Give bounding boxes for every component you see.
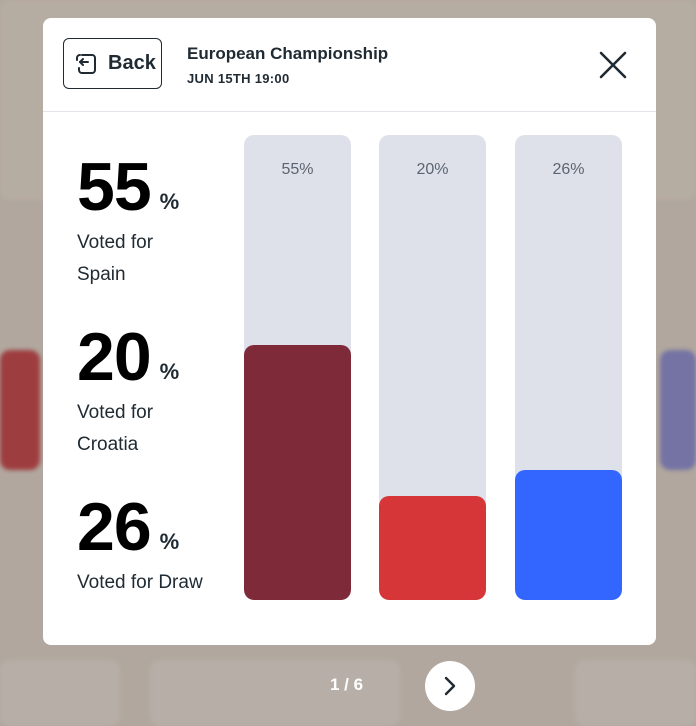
stat-label: Voted for Spain [77,227,179,291]
stat-label-line1: Voted for Draw [77,572,203,593]
page-indicator: 1 / 6 [330,675,364,694]
stat-unit: % [159,529,180,554]
stat-value: 55 [77,149,152,225]
vote-results-modal: Back European Championship JUN 15TH 19:0… [43,18,656,645]
stat-spain: 55 % Voted for Spain [77,153,179,291]
chevron-right-icon [444,676,456,696]
bar-track-croatia: 20% [379,135,486,600]
bar-spain [244,345,351,600]
match-title: European Championship [187,44,389,63]
stat-label: Voted for Croatia [77,397,179,461]
stat-value: 26 [77,489,152,565]
close-icon[interactable] [596,48,630,82]
stat-unit: % [159,189,180,214]
bar-croatia [379,496,486,600]
stat-label-line2: Croatia [77,434,139,455]
bar-value-label: 55% [281,161,314,178]
stat-value: 20 [77,319,152,395]
back-button-label: Back [108,52,156,74]
match-info: European Championship JUN 15TH 19:00 [187,44,388,86]
stat-label-line2: Spain [77,264,126,285]
stat-croatia: 20 % Voted for Croatia [77,323,179,461]
modal-header: Back European Championship JUN 15TH 19:0… [43,18,656,112]
bar-track-draw: 26% [515,135,622,600]
match-datetime: JUN 15TH 19:00 [187,71,290,86]
stat-label: Voted for Draw [77,567,203,599]
next-button[interactable] [425,661,475,711]
stat-draw: 26 % Voted for Draw [77,493,203,599]
back-button[interactable]: Back [63,38,162,89]
bar-draw [515,470,622,600]
stat-label-line1: Voted for [77,402,154,423]
bar-value-label: 26% [552,161,585,178]
back-arrow-icon [76,53,96,74]
bar-track-spain: 55% [244,135,351,600]
stat-label-line1: Voted for [77,232,154,253]
bar-value-label: 20% [416,161,449,178]
stat-unit: % [159,359,180,384]
